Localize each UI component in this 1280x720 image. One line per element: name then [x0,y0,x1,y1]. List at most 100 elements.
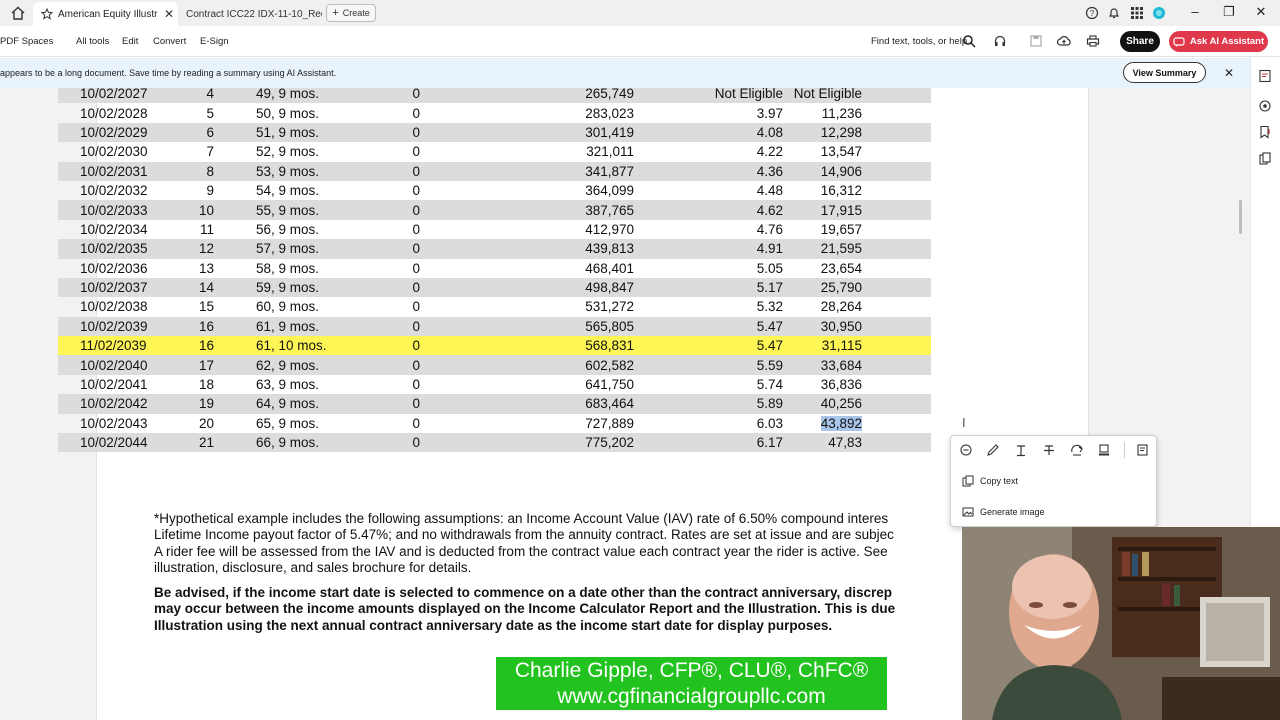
comment-panel-icon[interactable] [1258,69,1272,83]
close-window-button[interactable]: ✕ [1252,4,1270,20]
maximize-button[interactable]: ❐ [1220,4,1238,20]
minimize-button[interactable]: – [1186,4,1204,19]
table-cell: 9 [166,181,228,200]
cell-value: 3.97 [756,105,783,121]
table-cell: 33,684 [783,355,931,375]
title-bar: American Equity Illustrat... ✕ Contract … [0,0,1280,26]
menu-esign[interactable]: E-Sign [200,36,229,47]
table-row: 10/02/2042 19 64, 9 mos. 0 683,464 5.89 40,256 [58,394,931,414]
replace-text-icon[interactable] [1070,443,1084,457]
bookmark-icon[interactable] [1258,125,1272,139]
ai-summary-banner: appears to be a long document. Save time… [0,58,1250,88]
print-icon[interactable] [1086,34,1100,48]
table-cell: 0 [358,259,428,278]
cell-value: 387,765 [585,202,634,218]
text-tool-icon[interactable] [1014,443,1028,457]
strikethrough-icon[interactable] [1042,443,1056,457]
menu-edit[interactable]: Edit [122,36,138,47]
table-row: 10/02/2040 17 62, 9 mos. 0 602,582 5.59 33,684 [58,355,931,375]
home-icon[interactable] [10,5,26,21]
cell-value: 11 [199,221,214,237]
cell-value: 4.22 [756,144,783,160]
cell-value: 21,595 [820,241,862,257]
cell-value: 5.47 [756,338,783,354]
menu-convert[interactable]: Convert [153,36,186,47]
table-cell: 468,401 [428,259,636,278]
table-cell: 6 [166,122,228,143]
headset-icon[interactable] [993,34,1007,48]
cell-value: 0 [412,299,420,315]
table-cell: 12,298 [783,122,931,143]
ai-chat-icon[interactable] [1258,99,1272,113]
cell-value: 301,419 [585,124,634,140]
create-button[interactable]: + Create [326,4,376,22]
table-cell: 14 [166,277,228,298]
ask-ai-assistant-button[interactable]: Ask AI Assistant [1169,31,1268,52]
find-input[interactable]: Find text, tools, or help [871,36,967,47]
menu-all-tools[interactable]: All tools [76,36,109,47]
cell-value: 15 [198,299,214,315]
table-cell: 11 [166,220,228,239]
table-cell: 13 [166,259,228,278]
table-cell: 727,889 [428,414,636,433]
table-cell: 54, 9 mos. [228,181,358,200]
tab-contract[interactable]: Contract ICC22 IDX-11-10_Redact... [182,2,322,26]
table-cell: 5 [166,103,228,122]
view-summary-button[interactable]: View Summary [1123,62,1206,83]
table-cell: 19 [166,394,228,414]
share-button[interactable]: Share [1120,31,1160,52]
plus-icon: + [332,7,339,19]
table-cell: 31,115 [783,336,931,356]
cell-value: 0 [412,338,420,354]
star-icon[interactable] [41,8,53,20]
avatar-icon[interactable] [1152,6,1166,20]
cell-value: 4.62 [756,202,783,218]
comment-tool-icon[interactable] [959,443,973,457]
cell-value: 40,256 [820,396,862,412]
more-tools-icon[interactable] [1136,443,1150,457]
toolbar-divider [1124,442,1125,458]
menu-pdf-spaces[interactable]: PDF Spaces [0,36,53,47]
table-cell: 10/02/2030 [58,142,166,161]
cell-value: Not Eligible [793,88,862,102]
cell-value: 10/02/2028 [80,105,148,121]
search-icon[interactable] [962,34,976,48]
cell-value: 10 [198,202,214,218]
cell-value: 25,790 [820,280,862,296]
cell-value: 341,877 [585,163,634,179]
cell-value: 0 [412,435,420,451]
generate-image-item[interactable]: Generate image [962,506,1045,518]
table-cell: 5.89 [636,394,783,414]
copy-text-item[interactable]: Copy text [962,475,1018,487]
cloud-upload-icon[interactable] [1057,34,1071,48]
save-icon[interactable] [1029,34,1043,48]
table-cell: 5.74 [636,375,783,394]
help-icon[interactable]: ? [1085,6,1099,20]
cell-value: 10/02/2034 [80,221,148,237]
cell-value: 0 [412,377,420,393]
apps-grid-icon[interactable] [1130,6,1144,20]
table-row: 10/02/2034 11 56, 9 mos. 0 412,970 4.76 19,657 [58,220,931,239]
table-cell: 10/02/2029 [58,122,166,143]
close-tab-icon[interactable]: ✕ [164,7,174,21]
footnote-line: *Hypothetical example includes the follo… [154,511,889,526]
vertical-scrollbar[interactable] [1239,200,1242,234]
cell-value: 17,915 [820,202,862,218]
pages-icon[interactable] [1258,152,1272,166]
close-banner-icon[interactable]: ✕ [1224,66,1234,80]
bell-icon[interactable] [1107,6,1121,20]
generate-image-label: Generate image [980,507,1045,517]
cell-value: 56, 9 mos. [256,221,320,237]
table-cell: 10/02/2039 [58,316,166,337]
acrobat-window: American Equity Illustrat... ✕ Contract … [0,0,1280,720]
table-cell: 602,582 [428,355,636,375]
cell-value: 4.48 [756,183,783,199]
cell-value: 18 [198,377,214,393]
table-cell: 3.97 [636,103,783,122]
table-cell: 568,831 [428,336,636,356]
table-cell: 4.48 [636,181,783,200]
pencil-icon[interactable] [986,443,1000,457]
table-cell: 0 [358,297,428,316]
highlight-icon[interactable] [1097,443,1111,457]
tab-american-equity[interactable]: American Equity Illustrat... ✕ [33,2,178,26]
